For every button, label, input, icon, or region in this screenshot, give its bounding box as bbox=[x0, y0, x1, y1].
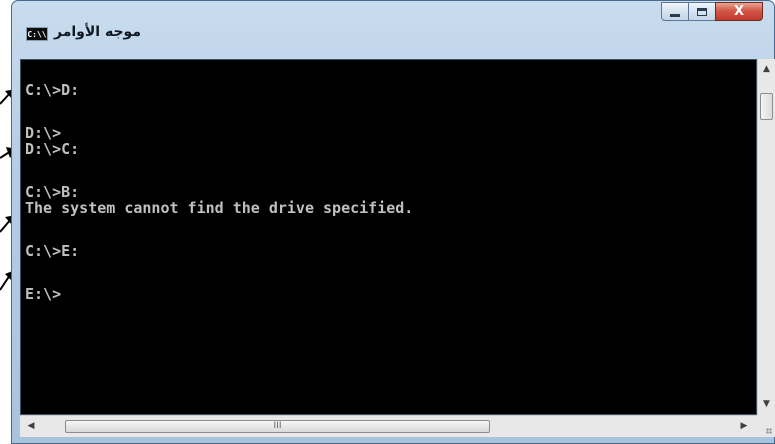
horizontal-scrollbar[interactable]: ◀ III ▶ bbox=[20, 415, 757, 437]
window-title: موجه الأوامر bbox=[54, 24, 142, 40]
console-output[interactable]: C:\>D: D:\> D:\>C: C:\>B: The system can… bbox=[20, 59, 757, 415]
close-icon: X bbox=[733, 4, 745, 19]
command-prompt-window: C:\\ موجه الأوامر X C:\>D: D:\> D:\>C: C… bbox=[11, 0, 775, 444]
title-bar[interactable]: C:\\ موجه الأوامر X bbox=[12, 1, 774, 59]
console-line: The system cannot find the drive specifi… bbox=[25, 199, 414, 217]
console-line: C:\>D: bbox=[25, 81, 80, 99]
console-line: E:\> bbox=[25, 285, 62, 303]
resize-grip-icon[interactable] bbox=[757, 415, 775, 437]
window-controls: X bbox=[661, 2, 763, 21]
scroll-down-icon[interactable]: ▼ bbox=[758, 396, 775, 413]
close-button[interactable]: X bbox=[715, 2, 763, 21]
vertical-scroll-thumb[interactable] bbox=[760, 93, 773, 120]
scroll-left-icon[interactable]: ◀ bbox=[22, 416, 40, 437]
minimize-button[interactable] bbox=[661, 2, 689, 21]
minimize-icon bbox=[670, 13, 680, 17]
horizontal-scroll-thumb[interactable]: III bbox=[65, 420, 490, 433]
maximize-button[interactable] bbox=[688, 2, 716, 21]
scroll-right-icon[interactable]: ▶ bbox=[735, 416, 753, 437]
console-line: C:\>E: bbox=[25, 242, 80, 260]
cmd-app-icon[interactable]: C:\\ bbox=[26, 27, 48, 41]
scroll-up-icon[interactable]: ▲ bbox=[758, 61, 775, 78]
console-line: D:\>C: bbox=[25, 140, 80, 158]
console-line: C:\>B: bbox=[25, 183, 80, 201]
maximize-icon bbox=[697, 7, 707, 16]
vertical-scrollbar[interactable]: ▲ ▼ bbox=[757, 59, 775, 415]
console-line: D:\> bbox=[25, 124, 62, 142]
